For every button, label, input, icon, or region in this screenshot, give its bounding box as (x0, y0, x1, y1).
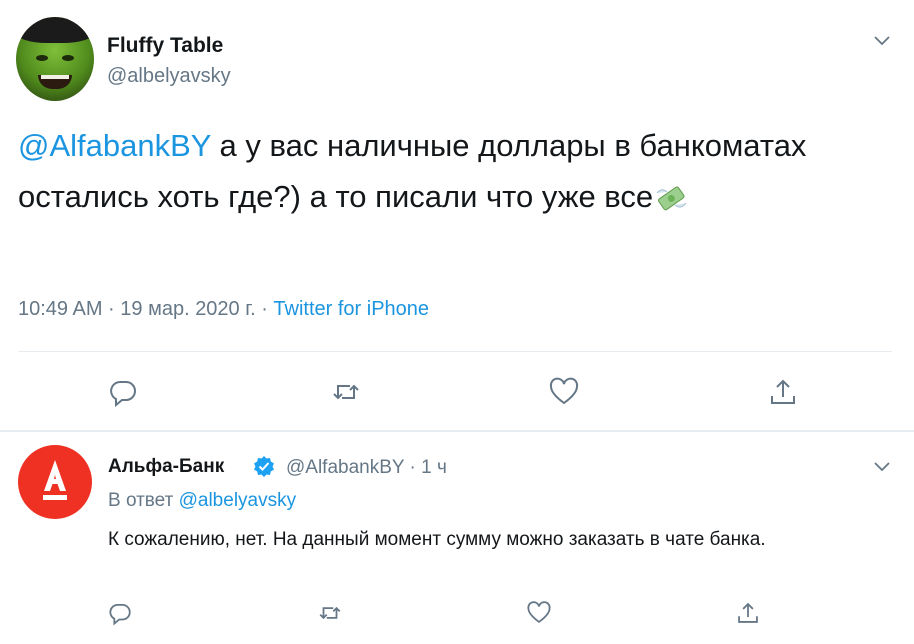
alfa-logo-icon (43, 460, 67, 500)
money-with-wings-icon (653, 175, 689, 211)
chevron-down-icon[interactable] (872, 460, 892, 474)
verified-badge-icon (253, 455, 275, 477)
reply-context: В ответ @albelyavsky (108, 490, 296, 512)
reply-icon[interactable] (107, 376, 139, 408)
like-icon[interactable] (526, 600, 552, 626)
reply-tweet: Альфа-Банк @AlfabankBY · 1 ч В ответ @al… (0, 432, 914, 644)
avatar-eye-right (62, 55, 74, 61)
author-handle[interactable]: @AlfabankBY · 1 ч (286, 457, 447, 479)
avatar-hair (16, 17, 94, 43)
like-icon[interactable] (548, 376, 580, 408)
retweet-icon[interactable] (317, 600, 343, 626)
timestamp[interactable]: 10:49 AM · 19 мар. 2020 г. · (18, 298, 273, 320)
avatar[interactable] (16, 17, 94, 101)
retweet-icon[interactable] (330, 376, 362, 408)
reply-to-link[interactable]: @albelyavsky (179, 490, 297, 511)
author-name[interactable]: Альфа-Банк (108, 456, 224, 478)
avatar-teeth (41, 75, 69, 79)
source-link[interactable]: Twitter for iPhone (273, 298, 429, 320)
share-icon[interactable] (767, 376, 799, 408)
avatar-eye-left (36, 55, 48, 61)
chevron-down-icon[interactable] (872, 34, 892, 48)
divider (18, 351, 892, 352)
reply-icon[interactable] (107, 600, 133, 626)
mention-link[interactable]: @AlfabankBY (18, 128, 211, 163)
reply-text: К сожалению, нет. На данный момент сумму… (108, 529, 766, 550)
tweet-text: @AlfabankBY а у вас наличные доллары в б… (18, 120, 878, 222)
reply-to-label: В ответ (108, 490, 179, 511)
author-handle[interactable]: @albelyavsky (107, 65, 231, 88)
avatar[interactable] (18, 445, 92, 519)
share-icon[interactable] (735, 600, 761, 626)
author-name[interactable]: Fluffy Table (107, 34, 223, 58)
tweet-meta: 10:49 AM · 19 мар. 2020 г. · Twitter for… (18, 298, 429, 321)
main-tweet: Fluffy Table @albelyavsky @AlfabankBY а … (0, 0, 914, 430)
